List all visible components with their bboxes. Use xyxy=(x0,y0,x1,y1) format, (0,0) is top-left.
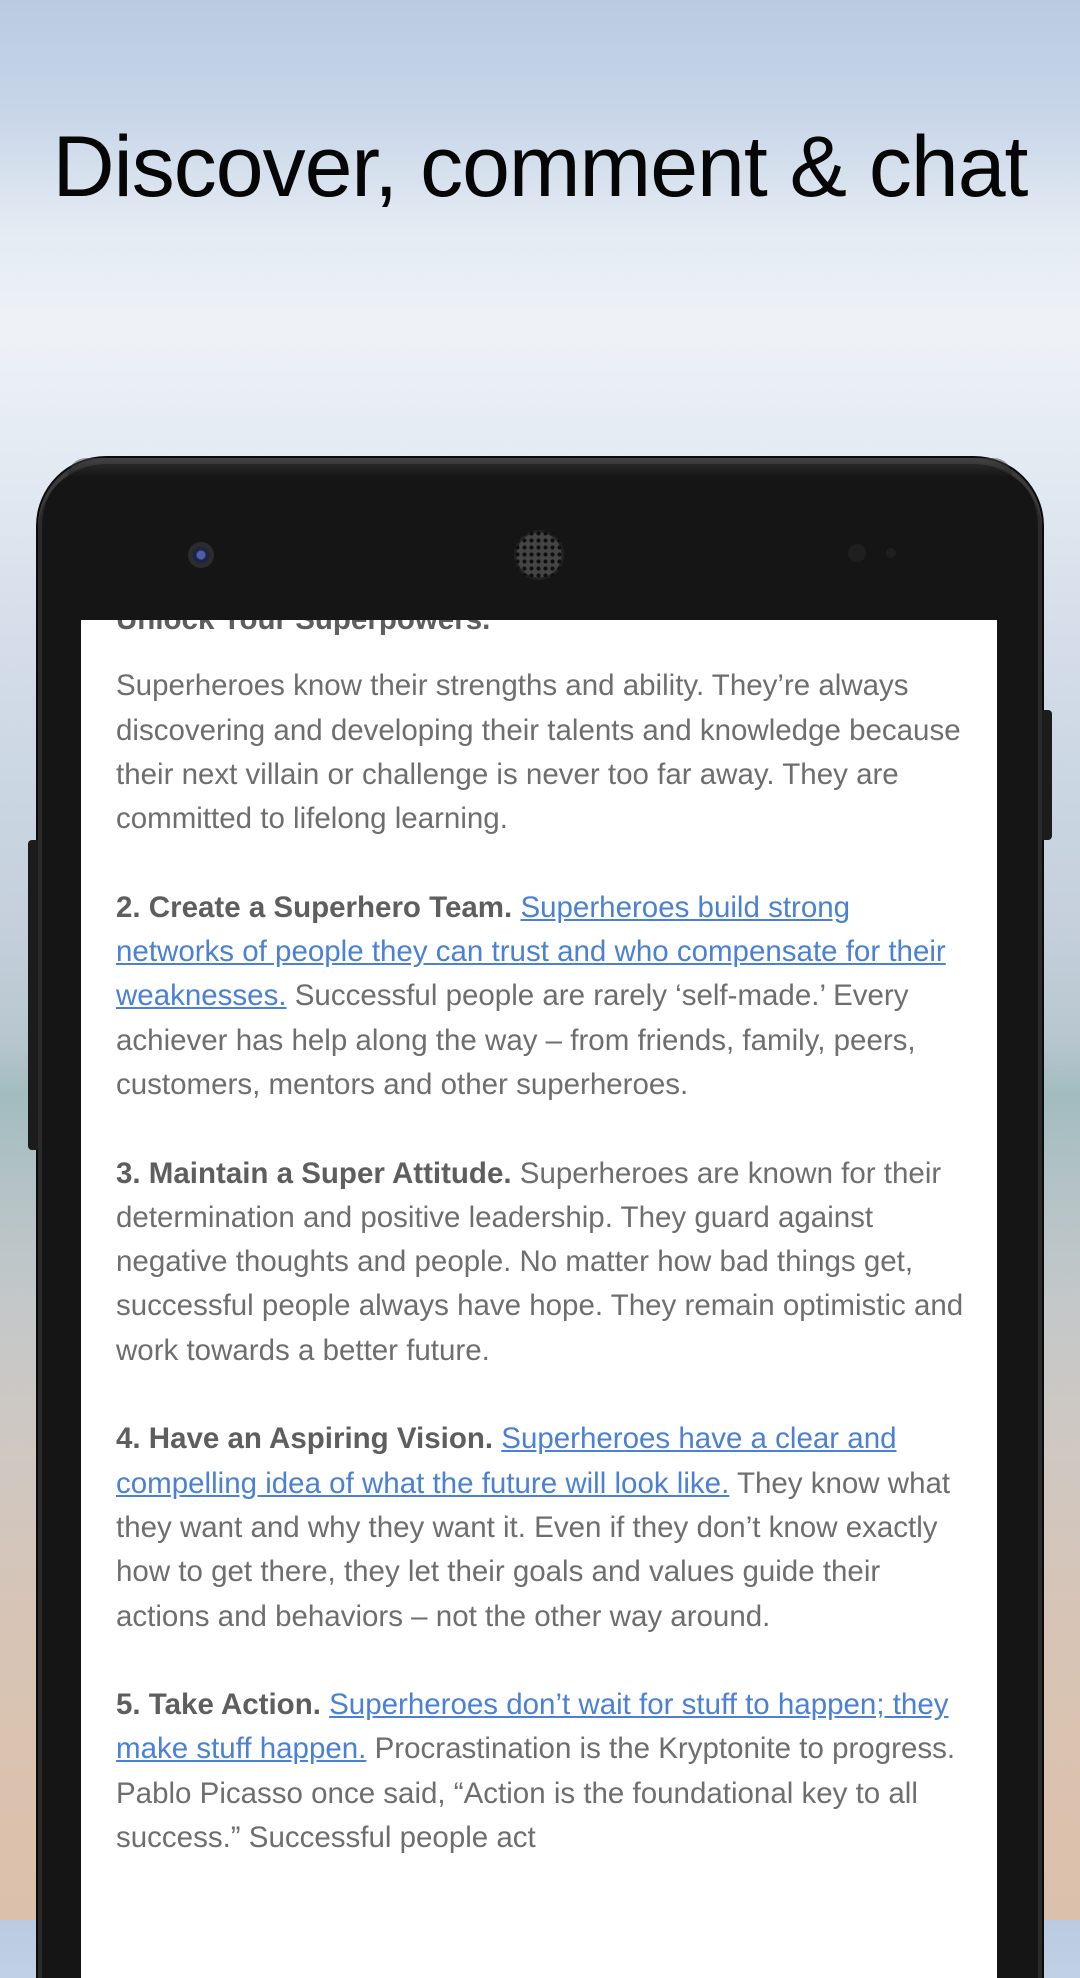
paragraph-2: 2. Create a Superhero Team. Superheroes … xyxy=(116,886,976,1107)
light-sensor-icon xyxy=(886,548,896,558)
power-button xyxy=(1042,710,1052,840)
volume-button xyxy=(28,840,38,1150)
paragraph-lead: 5. Take Action. xyxy=(116,1688,321,1722)
paragraph-5: 5. Take Action. Superheroes don’t wait f… xyxy=(116,1683,976,1860)
paragraph-text: Superheroes know their strengths and abi… xyxy=(116,669,961,836)
paragraph-3: 3. Maintain a Super Attitude. Superheroe… xyxy=(116,1152,976,1373)
paragraph-4: 4. Have an Aspiring Vision. Superheroes … xyxy=(116,1417,976,1638)
partial-heading: Unlock Your Superpowers. xyxy=(116,620,976,642)
paragraph-lead: 4. Have an Aspiring Vision. xyxy=(116,1422,494,1456)
paragraph-1: Superheroes know their strengths and abi… xyxy=(116,664,976,841)
proximity-sensor-icon xyxy=(848,544,866,562)
phone-screen[interactable]: Unlock Your Superpowers. Superheroes kno… xyxy=(81,620,997,1978)
headline: Discover, comment & chat xyxy=(52,119,1029,215)
paragraph-lead: 3. Maintain a Super Attitude. xyxy=(116,1156,512,1190)
paragraph-lead: 2. Create a Superhero Team. xyxy=(116,890,513,924)
article-body: Unlock Your Superpowers. Superheroes kno… xyxy=(116,620,976,1905)
front-camera-icon xyxy=(188,542,214,568)
earpiece-speaker-icon xyxy=(514,530,564,580)
phone-frame: Unlock Your Superpowers. Superheroes kno… xyxy=(28,458,1052,1978)
